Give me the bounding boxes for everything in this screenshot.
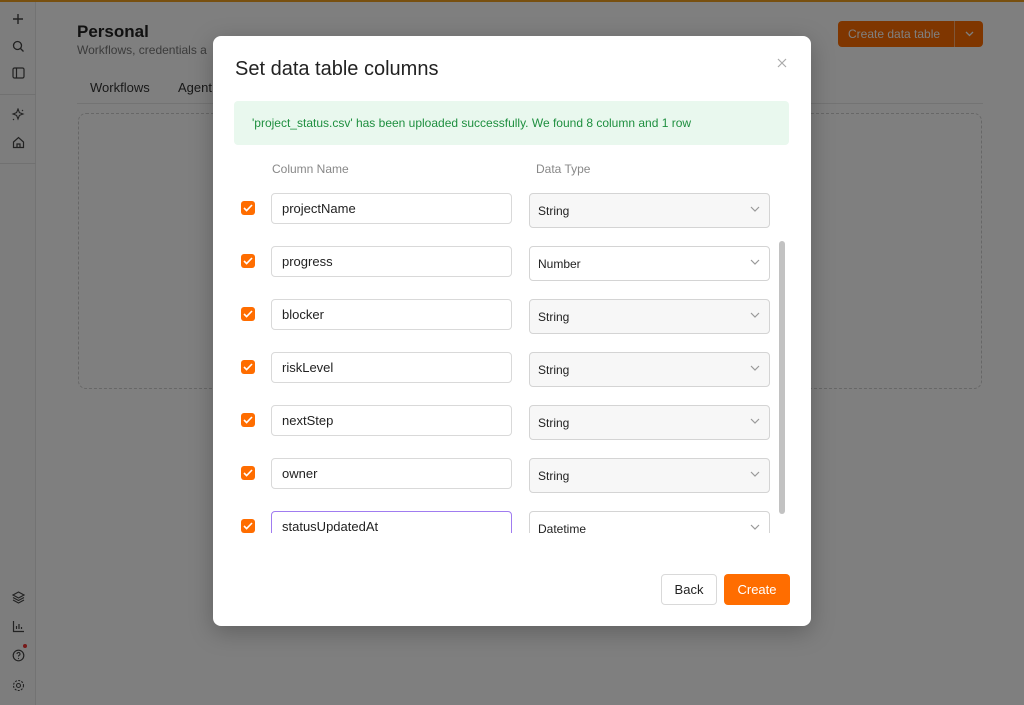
back-button[interactable]: Back xyxy=(661,574,717,605)
chevron-down-icon xyxy=(750,524,760,530)
data-type-value: String xyxy=(538,362,570,377)
chevron-down-icon xyxy=(750,259,760,265)
set-columns-modal: Set data table columns 'project_status.c… xyxy=(213,36,811,626)
chevron-down-icon xyxy=(750,418,760,424)
column-checkbox[interactable] xyxy=(241,201,255,215)
column-name-input[interactable] xyxy=(271,193,512,224)
column-row: Datetime xyxy=(213,511,811,533)
upload-success-banner: 'project_status.csv' has been uploaded s… xyxy=(234,101,789,145)
scrollbar-thumb[interactable] xyxy=(779,241,785,514)
column-checkbox[interactable] xyxy=(241,254,255,268)
column-name-input[interactable] xyxy=(271,299,512,330)
column-name-input[interactable] xyxy=(271,352,512,383)
modal-title: Set data table columns xyxy=(235,58,439,80)
column-row: String xyxy=(213,299,811,335)
data-type-select[interactable]: String xyxy=(529,352,770,387)
column-checkbox[interactable] xyxy=(241,360,255,374)
data-type-value: String xyxy=(538,468,570,483)
column-name-input[interactable] xyxy=(271,511,512,533)
column-name-input[interactable] xyxy=(271,246,512,277)
column-name-input[interactable] xyxy=(271,458,512,489)
columns-list: String Number String String xyxy=(213,191,811,533)
data-type-select[interactable]: Datetime xyxy=(529,511,770,533)
data-type-select[interactable]: String xyxy=(529,458,770,493)
column-name-header: Column Name xyxy=(272,162,349,176)
data-type-header: Data Type xyxy=(536,162,591,176)
chevron-down-icon xyxy=(750,206,760,212)
data-type-value: Datetime xyxy=(538,521,587,534)
column-name-input[interactable] xyxy=(271,405,512,436)
data-type-value: String xyxy=(538,203,570,218)
data-type-value: Number xyxy=(538,256,581,271)
chevron-down-icon xyxy=(750,312,760,318)
data-type-value: String xyxy=(538,415,570,430)
column-row: Number xyxy=(213,246,811,282)
column-checkbox[interactable] xyxy=(241,519,255,533)
close-icon[interactable] xyxy=(775,56,789,70)
column-row: String xyxy=(213,458,811,494)
data-type-value: String xyxy=(538,309,570,324)
column-row: String xyxy=(213,405,811,441)
chevron-down-icon xyxy=(750,471,760,477)
chevron-down-icon xyxy=(750,365,760,371)
column-checkbox[interactable] xyxy=(241,307,255,321)
data-type-select[interactable]: String xyxy=(529,405,770,440)
banner-text: 'project_status.csv' has been uploaded s… xyxy=(252,116,692,130)
column-row: String xyxy=(213,352,811,388)
column-row: String xyxy=(213,193,811,229)
data-type-select[interactable]: String xyxy=(529,193,770,228)
column-checkbox[interactable] xyxy=(241,466,255,480)
data-type-select[interactable]: Number xyxy=(529,246,770,281)
column-checkbox[interactable] xyxy=(241,413,255,427)
create-button[interactable]: Create xyxy=(724,574,790,605)
data-type-select[interactable]: String xyxy=(529,299,770,334)
